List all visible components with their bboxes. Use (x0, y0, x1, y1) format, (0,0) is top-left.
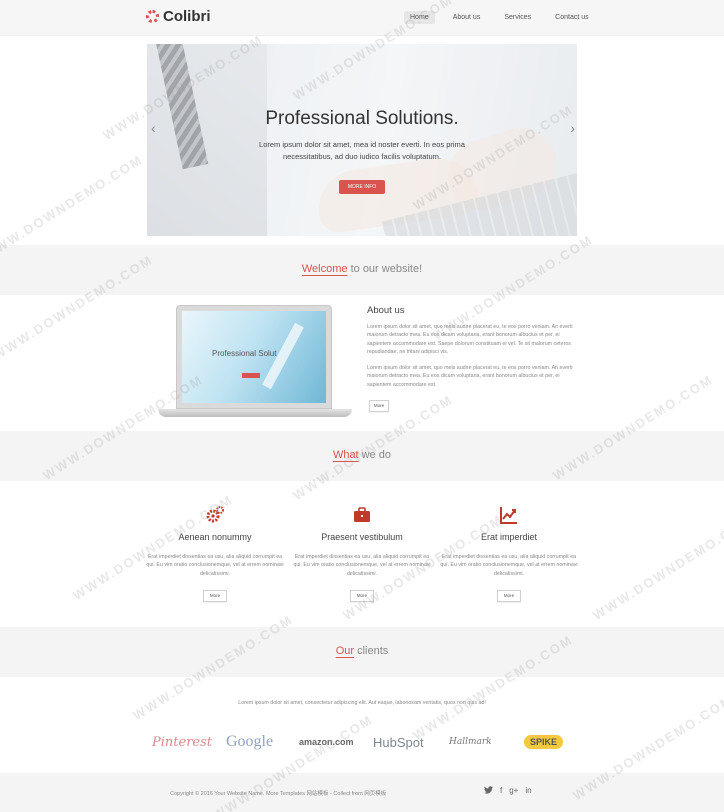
client-logo-spike[interactable]: SPIKE (524, 733, 564, 751)
client-logo-hubspot[interactable]: HubSpot (373, 733, 424, 751)
laptop-image: Professional Solut (158, 305, 352, 417)
clients-band: Our clients (0, 627, 724, 677)
hero-slider: Professional Solutions. Lorem ipsum dolo… (147, 44, 577, 236)
about-paragraph: Lorem ipsum dolor sit amet, quo meis aud… (367, 324, 573, 356)
client-logo-spike-text: SPIKE (524, 735, 564, 749)
welcome-band: Welcome to our website! (0, 245, 724, 295)
slider-next-icon[interactable]: › (570, 120, 575, 136)
service-title: Erat imperdiet (480, 532, 538, 542)
client-logo-google[interactable]: Google (226, 733, 273, 751)
service-text: Erat imperdiet dissentias ea usu, alia a… (146, 554, 284, 577)
twitter-icon[interactable] (484, 786, 493, 796)
logo[interactable]: Colibri (146, 8, 211, 25)
about-title: About us (367, 305, 405, 316)
social-links: f g+ in (484, 786, 532, 796)
service-more-button[interactable]: More (350, 590, 374, 602)
welcome-heading-rest: to our website! (347, 263, 423, 275)
client-logo-hallmark[interactable]: Hallmark (449, 733, 492, 751)
client-logo-pinterest[interactable]: Pinterest (152, 733, 212, 751)
logo-icon (146, 10, 159, 23)
service-title: Aenean nonummy (178, 532, 252, 542)
nav-item-services[interactable]: Services (498, 11, 537, 24)
welcome-heading-accent: Welcome (301, 263, 348, 275)
about-more-button[interactable]: More (369, 400, 389, 412)
clients-heading-accent: Our (335, 645, 355, 657)
laptop-display: Professional Solut (182, 311, 326, 403)
hero-text: Lorem ipsum dolor sit amet, mea id noste… (259, 140, 465, 161)
chart-icon (499, 505, 519, 525)
main-nav: Home About us Services Contact us (404, 11, 607, 24)
slider-prev-icon[interactable]: ‹ (151, 120, 156, 136)
service-title: Praesent vestibulum (321, 532, 403, 542)
what-we-do-heading: What we do (0, 449, 724, 461)
hero-title: Professional Solutions. (265, 108, 459, 129)
google-plus-icon[interactable]: g+ (509, 786, 518, 796)
clients-heading: Our clients (0, 645, 724, 657)
gears-icon (205, 505, 225, 525)
footer-copyright: Copyright © 2016 Your Website Name. More… (170, 791, 387, 797)
welcome-heading: Welcome to our website! (0, 263, 724, 275)
service-text: Erat imperdiet dissentias ea usu, alia a… (440, 554, 578, 577)
service-more-button[interactable]: More (203, 590, 227, 602)
footer: Copyright © 2016 Your Website Name. More… (0, 773, 724, 812)
what-we-do-band: What we do (0, 431, 724, 481)
watermark: WWW.DOWNDEMO.COM (590, 511, 724, 624)
header: Colibri Home About us Services Contact u… (0, 0, 724, 36)
service-more-button[interactable]: More (497, 590, 521, 602)
service-text: Erat imperdiet dissentias ea usu, alia a… (293, 554, 431, 577)
facebook-icon[interactable]: f (500, 786, 502, 796)
linkedin-icon[interactable]: in (525, 786, 531, 796)
laptop-display-button (242, 373, 260, 378)
briefcase-icon (352, 505, 372, 525)
more-info-button[interactable]: MORE INFO (339, 180, 385, 194)
nav-item-about-us[interactable]: About us (447, 11, 487, 24)
what-we-do-heading-rest: we do (358, 449, 392, 461)
what-we-do-heading-accent: What (332, 449, 359, 461)
laptop-base (158, 409, 352, 417)
logo-text: Colibri (163, 8, 211, 25)
clients-heading-rest: clients (354, 645, 389, 657)
nav-item-home[interactable]: Home (404, 11, 435, 24)
clients-text: Lorem ipsum dolor sit amet, consectetur … (238, 700, 486, 706)
client-logo-amazon[interactable]: amazon.com (299, 733, 354, 751)
about-paragraph: Lorem ipsum dolor sit amet, quo meis aud… (367, 365, 573, 388)
nav-item-contact-us[interactable]: Contact us (549, 11, 594, 24)
laptop-display-title: Professional Solut (212, 349, 277, 358)
laptop-screen: Professional Solut (176, 305, 332, 409)
